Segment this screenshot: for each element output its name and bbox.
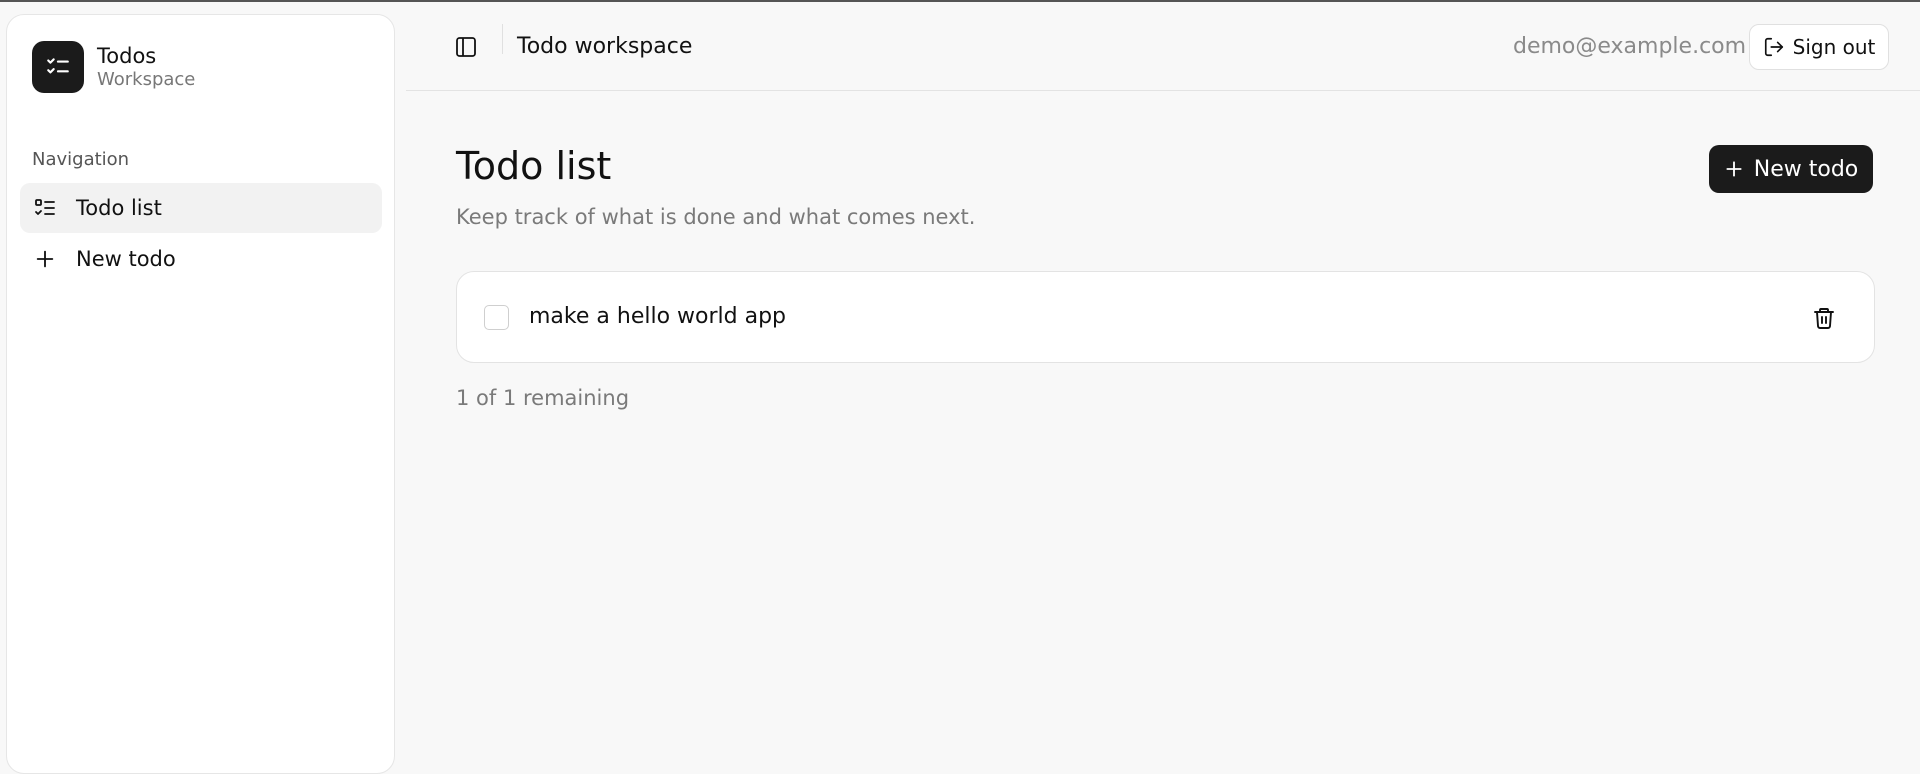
user-email: demo@example.com: [1513, 34, 1747, 59]
sign-out-button[interactable]: Sign out: [1749, 24, 1889, 70]
plus-icon: [32, 246, 58, 272]
todo-text: make a hello world app: [529, 304, 787, 329]
plus-icon: [1724, 159, 1744, 179]
remaining-count: 1 of 1 remaining: [456, 386, 630, 410]
sidebar-item-label: New todo: [76, 247, 176, 271]
sidebar-item-label: Todo list: [76, 196, 162, 220]
brand-subtitle: Workspace: [97, 69, 196, 90]
brand-name: Todos: [97, 44, 157, 68]
top-header: Todo workspace demo@example.com Sign out: [406, 2, 1920, 91]
header-title: Todo workspace: [517, 34, 693, 59]
checklist-icon: [32, 41, 84, 93]
sign-out-icon: [1763, 36, 1785, 58]
sidebar-toggle-icon[interactable]: [452, 33, 480, 61]
new-todo-button[interactable]: New todo: [1709, 145, 1873, 193]
new-todo-label: New todo: [1753, 156, 1859, 182]
sign-out-label: Sign out: [1792, 35, 1876, 59]
todo-checkbox[interactable]: [484, 305, 509, 330]
list-check-icon: [32, 195, 58, 221]
page-title: Todo list: [456, 144, 612, 188]
page-subtitle: Keep track of what is done and what come…: [456, 205, 976, 229]
sidebar-item-new-todo[interactable]: New todo: [20, 234, 382, 284]
trash-icon[interactable]: [1809, 303, 1839, 333]
todo-item: make a hello world app: [456, 271, 1875, 363]
sidebar-item-todo-list[interactable]: Todo list: [20, 183, 382, 233]
sidebar: Todos Workspace Navigation Todo list New…: [6, 14, 395, 774]
brand: Todos Workspace: [32, 41, 195, 93]
nav-section-label: Navigation: [32, 149, 130, 170]
header-divider: [502, 24, 503, 54]
